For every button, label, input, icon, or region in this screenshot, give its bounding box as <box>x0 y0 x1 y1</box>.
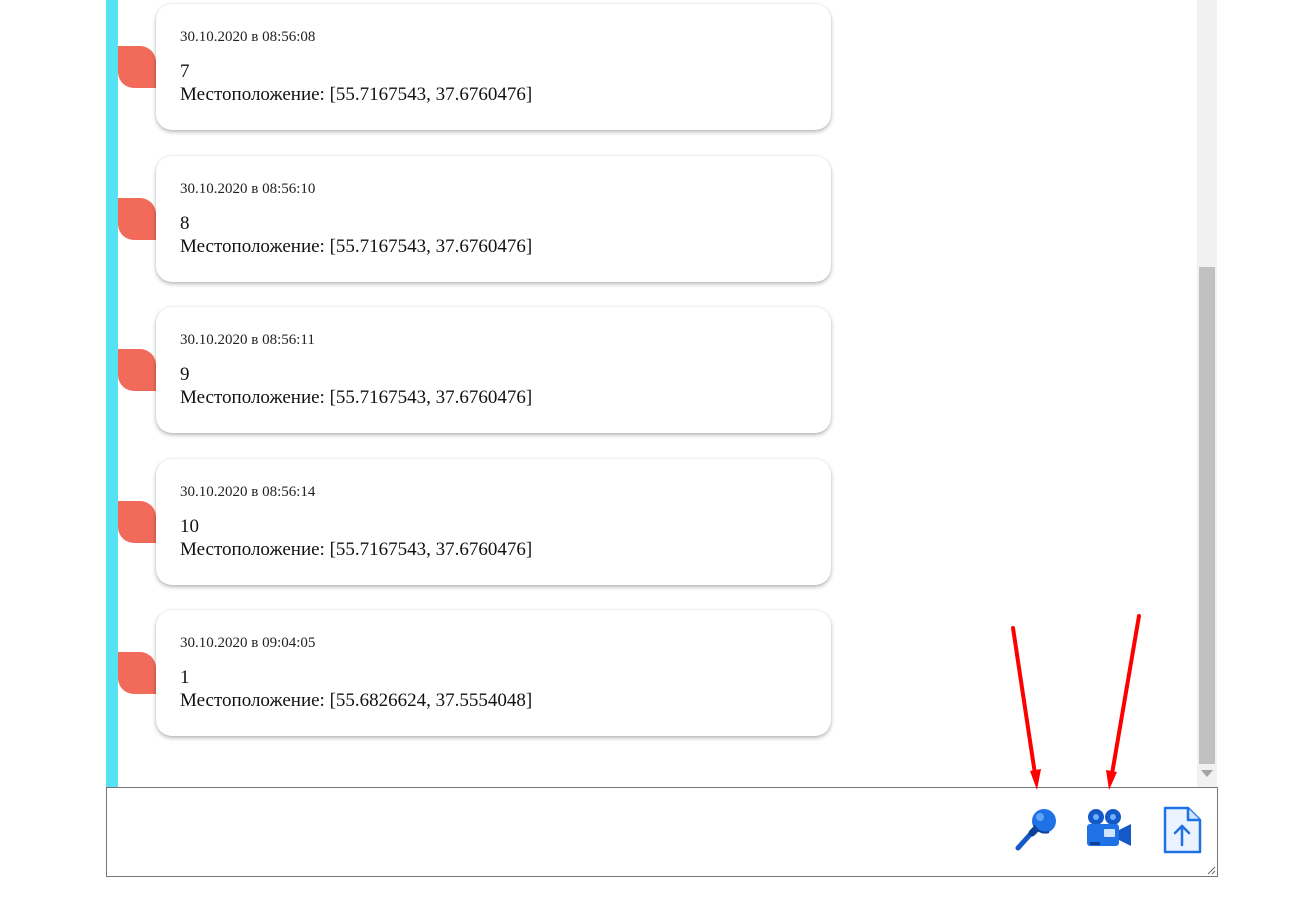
message-number: 1 <box>180 667 190 688</box>
message-bubble: 30.10.2020 в 08:56:10 8 Местоположение: … <box>156 156 831 282</box>
video-camera-icon <box>1087 809 1131 846</box>
message-tail <box>118 652 156 694</box>
message-tail <box>118 349 156 391</box>
scrollbar-thumb[interactable] <box>1199 267 1215 764</box>
message-bubble: 30.10.2020 в 09:04:05 1 Местоположение: … <box>156 610 831 736</box>
video-camera-button[interactable] <box>1084 806 1134 856</box>
message-date: 30.10.2020 в 08:56:14 <box>180 484 316 500</box>
chat-scrollbar[interactable] <box>1197 0 1217 787</box>
resize-handle-icon[interactable] <box>1206 865 1216 875</box>
message-date: 30.10.2020 в 09:04:05 <box>180 635 316 651</box>
message-location: Местоположение: [55.7167543, 37.6760476] <box>180 84 533 105</box>
file-upload-button[interactable] <box>1157 806 1207 856</box>
file-upload-icon <box>1163 806 1202 854</box>
message-number: 9 <box>180 364 190 385</box>
message-location: Местоположение: [55.6826624, 37.5554048] <box>180 690 533 711</box>
microphone-icon <box>1015 809 1056 851</box>
message-bubble: 30.10.2020 в 08:56:08 7 Местоположение: … <box>156 4 831 130</box>
message-bubble: 30.10.2020 в 08:56:11 9 Местоположение: … <box>156 307 831 433</box>
message-bubble: 30.10.2020 в 08:56:14 10 Местоположение:… <box>156 459 831 585</box>
chat-accent-bar <box>106 0 118 787</box>
message-tail <box>118 46 156 88</box>
message-number: 7 <box>180 61 190 82</box>
message-date: 30.10.2020 в 08:56:10 <box>180 181 316 197</box>
message-date: 30.10.2020 в 08:56:11 <box>180 332 315 348</box>
message-tail <box>118 198 156 240</box>
microphone-button[interactable] <box>1012 806 1062 856</box>
message-location: Местоположение: [55.7167543, 37.6760476] <box>180 387 533 408</box>
message-location: Местоположение: [55.7167543, 37.6760476] <box>180 236 533 257</box>
message-tail <box>118 501 156 543</box>
message-location: Местоположение: [55.7167543, 37.6760476] <box>180 539 533 560</box>
message-date: 30.10.2020 в 08:56:08 <box>180 29 316 45</box>
scroll-down-arrow-icon[interactable] <box>1201 770 1213 777</box>
message-input[interactable] <box>107 788 987 876</box>
message-number: 8 <box>180 213 190 234</box>
message-number: 10 <box>180 516 199 537</box>
